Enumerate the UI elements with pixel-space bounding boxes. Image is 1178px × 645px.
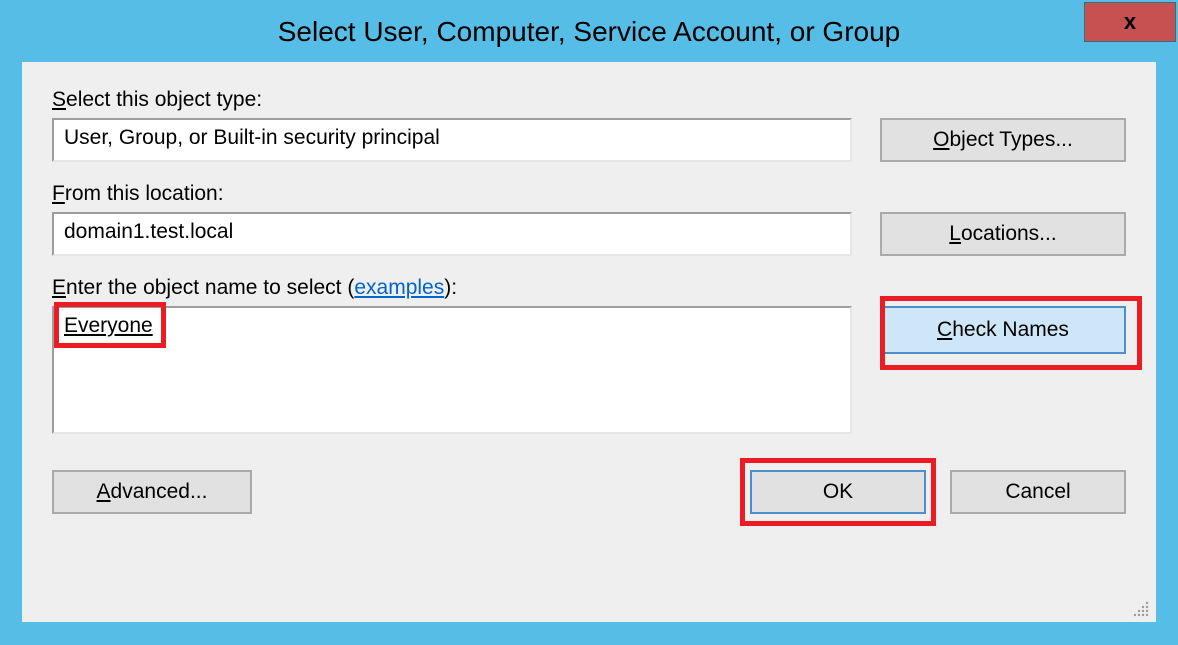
object-type-group: Select this object type: User, Group, or… (52, 88, 1126, 162)
label-rest: elect this object type: (66, 88, 262, 111)
location-label: From this location: (52, 182, 1126, 206)
label-rest: rom this location: (65, 182, 224, 205)
cancel-button[interactable]: Cancel (950, 470, 1126, 514)
btn-rest: heck Names (952, 318, 1069, 341)
ok-label: OK (823, 480, 853, 504)
dialog-window: Select User, Computer, Service Account, … (0, 0, 1178, 645)
window-title: Select User, Computer, Service Account, … (278, 16, 901, 48)
location-field: domain1.test.local (52, 212, 852, 256)
location-group: From this location: domain1.test.local L… (52, 182, 1126, 256)
object-type-label: Select this object type: (52, 88, 1126, 112)
cancel-label: Cancel (1005, 480, 1070, 504)
dialog-content: Select this object type: User, Group, or… (22, 62, 1156, 622)
btn-rest: bject Types... (949, 128, 1072, 151)
resize-grip-icon[interactable] (1132, 600, 1150, 618)
btn-accel: O (933, 128, 949, 151)
locations-button[interactable]: Locations... (880, 212, 1126, 256)
paren-close: ): (444, 276, 457, 299)
label-accel: F (52, 182, 65, 205)
check-names-button[interactable]: Check Names (880, 306, 1126, 354)
dialog-footer: Advanced... OK Cancel (52, 470, 1126, 514)
entered-object-name: Everyone (64, 314, 153, 337)
label-accel: S (52, 88, 66, 111)
btn-accel: L (949, 222, 961, 245)
ok-button[interactable]: OK (750, 470, 926, 514)
object-name-label: Enter the object name to select (example… (52, 276, 1126, 300)
object-name-group: Enter the object name to select (example… (52, 276, 1126, 434)
label-rest: nter the object name to select (66, 276, 347, 299)
close-icon: x (1124, 11, 1136, 33)
object-type-field: User, Group, or Built-in security princi… (52, 118, 852, 162)
close-button[interactable]: x (1084, 2, 1176, 42)
btn-accel: C (937, 318, 952, 341)
advanced-button[interactable]: Advanced... (52, 470, 252, 514)
btn-accel: A (97, 480, 111, 503)
btn-rest: dvanced... (111, 480, 208, 503)
object-name-input[interactable]: Everyone (52, 306, 852, 434)
label-accel: E (52, 276, 66, 299)
btn-rest: ocations... (961, 222, 1057, 245)
titlebar: Select User, Computer, Service Account, … (2, 2, 1176, 62)
object-types-button[interactable]: Object Types... (880, 118, 1126, 162)
examples-link[interactable]: examples (354, 276, 444, 299)
